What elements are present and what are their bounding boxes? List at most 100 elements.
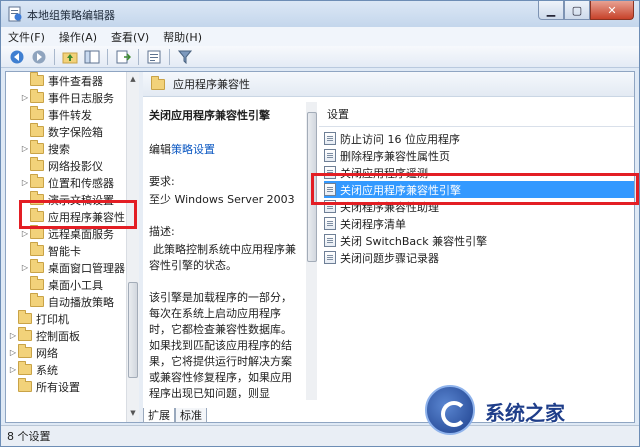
menu-bar: 文件(F) 操作(A) 查看(V) 帮助(H) <box>1 27 639 46</box>
tree-item-label: 控制面板 <box>36 329 80 343</box>
tree-item[interactable]: ▷ 系统 <box>8 361 58 378</box>
tree-item-label: 搜索 <box>48 142 70 156</box>
settings-list: 设置 防止访问 16 位应用程序 删除程序兼容性属性页 关闭应用程序遥测 关闭应… <box>319 98 634 422</box>
tree-item[interactable]: 自动播放策略 <box>20 293 114 310</box>
console-tree: 事件查看器 ▷ 事件日志服务 事件转发 数字保险箱 ▷ 搜索 网络投影仪 ▷ 位置和传… <box>6 72 126 422</box>
tree-item[interactable]: ▷ 网络 <box>8 344 58 361</box>
tree-item[interactable]: 所有设置 <box>8 378 80 395</box>
setting-row[interactable]: 关闭 SwitchBack 兼容性引擎 <box>324 232 634 249</box>
expand-arrow-icon[interactable]: ▷ <box>20 263 30 272</box>
setting-label: 删除程序兼容性属性页 <box>340 149 450 163</box>
menu-help[interactable]: 帮助(H) <box>156 29 209 45</box>
tree-highlight-annotation <box>19 200 137 229</box>
scroll-up-icon[interactable]: ▲ <box>127 72 139 86</box>
menu-file[interactable]: 文件(F) <box>1 29 52 45</box>
tree-item[interactable]: 智能卡 <box>20 242 81 259</box>
tree-scrollbar[interactable]: ▲ ▼ <box>126 72 139 422</box>
export-list-icon <box>116 50 131 63</box>
folder-icon <box>18 327 32 341</box>
tree-item[interactable]: 事件查看器 <box>20 72 103 89</box>
scroll-down-icon[interactable]: ▼ <box>127 406 139 420</box>
tree-item[interactable]: ▷ 桌面窗口管理器 <box>20 259 125 276</box>
expand-arrow-icon[interactable]: ▷ <box>8 365 18 374</box>
window-title: 本地组策略编辑器 <box>27 9 115 22</box>
forward-arrow-icon <box>32 50 46 63</box>
tree-item[interactable]: ▷ 搜索 <box>20 140 70 157</box>
status-text: 8 个设置 <box>7 430 51 443</box>
policy-setting-icon <box>324 149 336 162</box>
tree-item[interactable]: ▷ 位置和传感器 <box>20 174 114 191</box>
app-window: 本地组策略编辑器 ▁ ▢ ✕ 文件(F) 操作(A) 查看(V) 帮助(H) 事… <box>0 0 640 447</box>
setting-label: 防止访问 16 位应用程序 <box>340 132 460 146</box>
folder-icon <box>30 123 44 137</box>
requirements-label: 要求: <box>149 175 175 188</box>
edit-policy-line: 编辑策略设置 <box>149 142 297 158</box>
expand-arrow-icon[interactable]: ▷ <box>8 331 18 340</box>
setting-row[interactable]: 防止访问 16 位应用程序 <box>324 130 634 147</box>
scroll-thumb[interactable] <box>128 282 138 378</box>
maximize-button[interactable]: ▢ <box>564 1 590 20</box>
close-button[interactable]: ✕ <box>590 1 634 20</box>
setting-row[interactable]: 删除程序兼容性属性页 <box>324 147 634 164</box>
forward-button[interactable] <box>29 48 49 66</box>
policy-setting-icon <box>324 132 336 145</box>
tab-extended[interactable]: 扩展 <box>143 408 175 423</box>
policy-setting-icon <box>324 234 336 247</box>
tree-item[interactable]: ▷ 控制面板 <box>8 327 80 344</box>
folder-icon <box>30 276 44 290</box>
tree-item[interactable]: 打印机 <box>8 310 69 327</box>
close-icon: ✕ <box>607 3 617 17</box>
folder-icon <box>18 310 32 324</box>
description-label: 描述: <box>149 225 175 238</box>
tab-standard[interactable]: 标准 <box>175 408 207 423</box>
setting-label: 关闭程序清单 <box>340 217 406 231</box>
show-tree-button[interactable] <box>82 48 102 66</box>
up-folder-icon <box>62 52 78 63</box>
setting-label: 关闭 SwitchBack 兼容性引擎 <box>340 234 488 248</box>
tree-item[interactable]: 数字保险箱 <box>20 123 103 140</box>
expand-arrow-icon[interactable]: ▷ <box>8 348 18 357</box>
up-folder-button[interactable] <box>60 48 80 66</box>
edit-policy-link[interactable]: 策略设置 <box>171 143 215 156</box>
expand-arrow-icon[interactable]: ▷ <box>20 229 30 238</box>
toolbar-separator <box>54 48 55 65</box>
description-detail: 该引擎是加载程序的一部分，每次在系统上启动应用程序时，它都检查兼容性数据库。如果… <box>149 291 292 398</box>
setting-row[interactable]: 关闭问题步骤记录器 <box>324 249 634 266</box>
title-bar[interactable]: 本地组策略编辑器 ▁ ▢ ✕ <box>1 1 639 27</box>
settings-column-header[interactable]: 设置 <box>319 106 634 127</box>
tree-item[interactable]: 事件转发 <box>20 106 92 123</box>
expand-arrow-icon[interactable]: ▷ <box>20 93 30 102</box>
back-arrow-icon <box>10 50 24 63</box>
folder-icon <box>30 72 44 86</box>
export-list-button[interactable] <box>113 48 133 66</box>
setting-row[interactable]: 关闭程序清单 <box>324 215 634 232</box>
policy-title: 关闭应用程序兼容性引擎 <box>149 109 270 122</box>
minimize-button[interactable]: ▁ <box>538 1 564 20</box>
console-tree-icon <box>84 50 100 63</box>
filter-button[interactable] <box>175 48 195 66</box>
properties-button[interactable] <box>144 48 164 66</box>
tree-item[interactable]: 网络投影仪 <box>20 157 103 174</box>
menu-view[interactable]: 查看(V) <box>104 29 156 45</box>
expand-arrow-icon[interactable]: ▷ <box>20 178 30 187</box>
watermark-logo-icon <box>425 385 475 435</box>
menu-action[interactable]: 操作(A) <box>52 29 104 45</box>
description-text: 此策略控制系统中应用程序兼容性引擎的状态。 <box>149 243 296 272</box>
tree-item[interactable]: ▷ 事件日志服务 <box>20 89 114 106</box>
description-scrollbar[interactable] <box>306 102 317 400</box>
tree-item-label: 桌面窗口管理器 <box>48 261 125 275</box>
policy-description: 关闭应用程序兼容性引擎 编辑策略设置 要求: 至少 Windows Server… <box>143 98 303 398</box>
folder-icon <box>18 361 32 375</box>
tree-item-label: 位置和传感器 <box>48 176 114 190</box>
folder-icon <box>151 75 165 90</box>
back-button[interactable] <box>7 48 27 66</box>
toolbar-separator <box>138 48 139 65</box>
toolbar-separator <box>169 48 170 65</box>
tree-item-label: 事件日志服务 <box>48 91 114 105</box>
tree-item-label: 网络投影仪 <box>48 159 103 173</box>
folder-icon <box>30 293 44 307</box>
folder-icon <box>18 378 32 392</box>
tree-item[interactable]: 桌面小工具 <box>20 276 103 293</box>
edit-prefix: 编辑 <box>149 143 171 156</box>
expand-arrow-icon[interactable]: ▷ <box>20 144 30 153</box>
